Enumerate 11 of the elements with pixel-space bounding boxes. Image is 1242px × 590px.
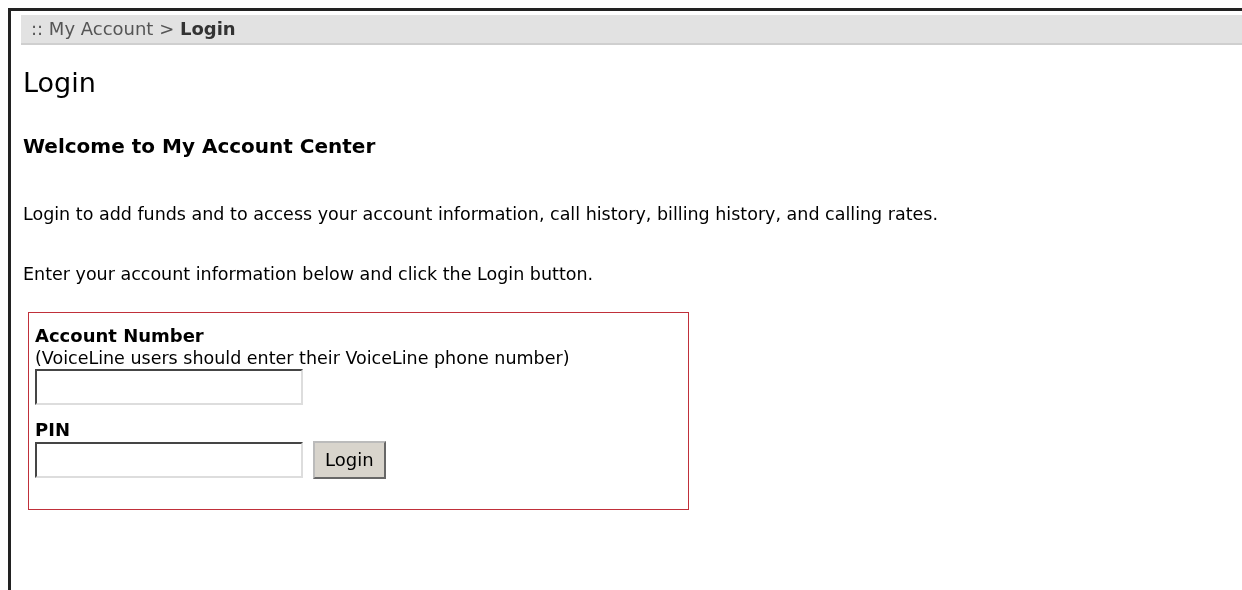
page-title: Login	[23, 67, 97, 99]
input-field[interactable]	[35, 368, 303, 405]
field-hint: (VoiceLine users should enter their VoiceLine phone number)	[35, 346, 571, 369]
instruction-text: Enter your account information below and click the Login button.	[23, 263, 595, 287]
instruction-text: Login to add funds and to access your account information, call history, billing history, and calling rates.	[23, 203, 939, 226]
field-label: Account Number	[35, 324, 205, 347]
welcome-heading: Welcome to My Account Center	[23, 133, 377, 160]
breadcrumb: :: My Account > Login	[21, 15, 1242, 45]
login-button[interactable]: Login	[313, 440, 386, 479]
input-field[interactable]	[35, 441, 303, 478]
field-label: PIN	[35, 418, 71, 441]
